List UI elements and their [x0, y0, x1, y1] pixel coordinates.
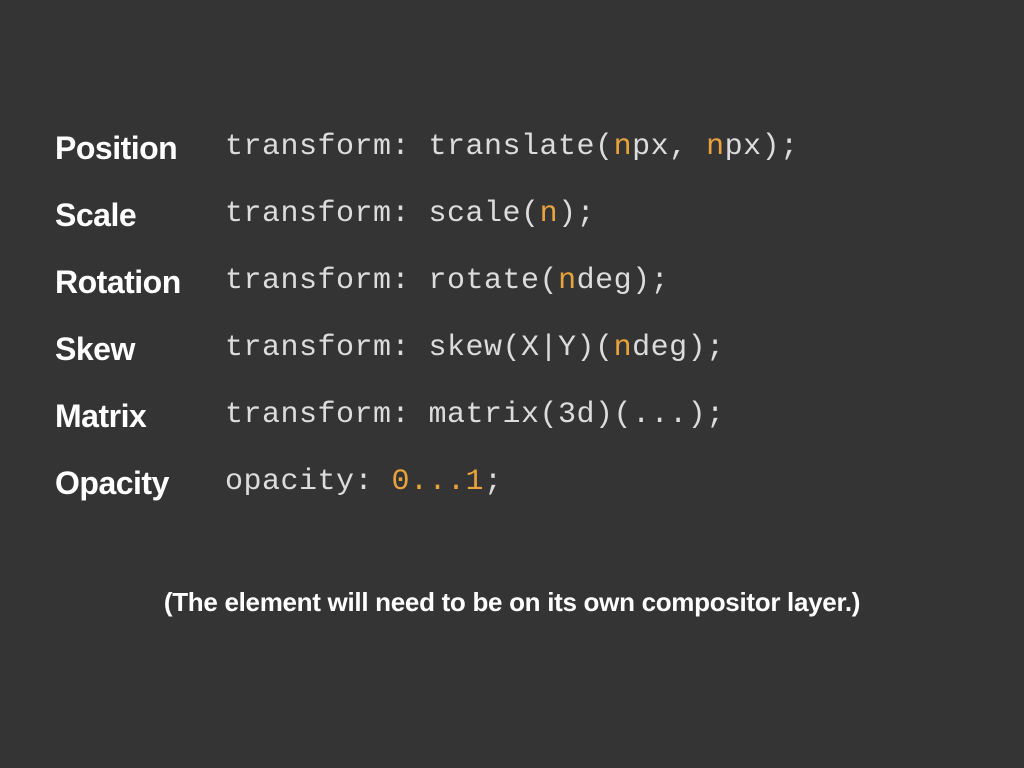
- property-label: Skew: [55, 331, 225, 368]
- property-code: transform: translate(npx, npx);: [225, 130, 969, 167]
- property-label: Opacity: [55, 465, 225, 502]
- slide: Position transform: translate(npx, npx);…: [0, 0, 1024, 618]
- property-label: Scale: [55, 197, 225, 234]
- property-label: Rotation: [55, 264, 225, 301]
- property-label: Position: [55, 130, 225, 167]
- property-code: transform: skew(X|Y)(ndeg);: [225, 331, 969, 368]
- property-code: transform: scale(n);: [225, 197, 969, 234]
- property-code: transform: rotate(ndeg);: [225, 264, 969, 301]
- property-label: Matrix: [55, 398, 225, 435]
- property-table: Position transform: translate(npx, npx);…: [55, 130, 969, 502]
- property-code: opacity: 0...1;: [225, 465, 969, 502]
- property-code: transform: matrix(3d)(...);: [225, 398, 969, 435]
- footnote: (The element will need to be on its own …: [55, 587, 969, 618]
